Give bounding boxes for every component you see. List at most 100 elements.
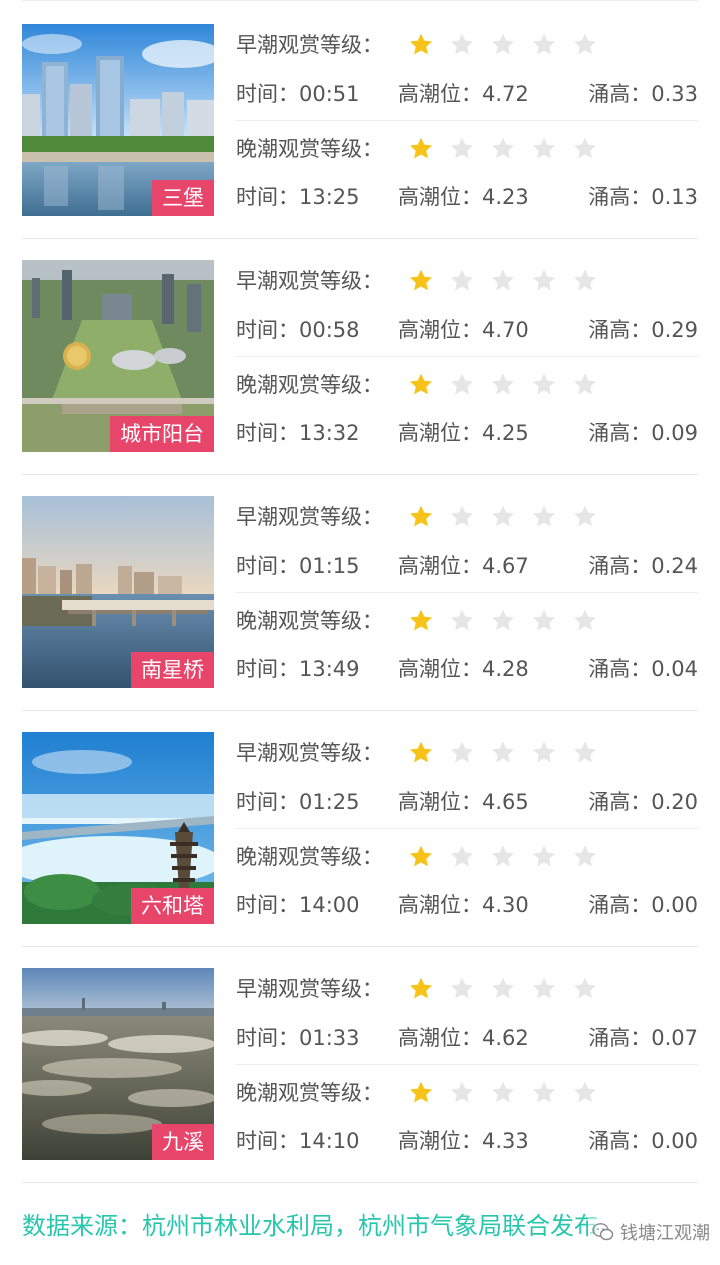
time-value: 13:49: [299, 657, 360, 681]
star-empty-icon: [531, 372, 557, 398]
surge-value: 0.33: [651, 82, 698, 106]
evening-grade-row: 晚潮观赏等级：: [236, 603, 698, 639]
star-empty-icon: [449, 372, 475, 398]
surge-label: 涌高：: [588, 893, 652, 917]
evening-high-tide: 高潮位：4.25: [398, 415, 529, 451]
time-value: 14:10: [299, 1129, 360, 1153]
star-empty-icon: [531, 136, 557, 162]
evening-high-tide: 高潮位：4.23: [398, 179, 529, 215]
surge-value: 0.00: [651, 1129, 698, 1153]
high-tide-label: 高潮位：: [398, 790, 482, 814]
location-card[interactable]: 南星桥 早潮观赏等级： 时间：01:15 高潮位：4.67 涌高：0.24 晚潮…: [0, 496, 720, 732]
evening-grade-label: 晚潮观赏等级：: [236, 1081, 383, 1105]
evening-grade-label: 晚潮观赏等级：: [236, 609, 383, 633]
time-label: 时间：: [236, 790, 299, 814]
star-filled-icon: [408, 268, 434, 294]
star-empty-icon: [449, 136, 475, 162]
star-filled-icon: [408, 1080, 434, 1106]
evening-tide-row: 时间：13:25 高潮位：4.23 涌高：0.13: [236, 179, 698, 215]
location-card[interactable]: 九溪 早潮观赏等级： 时间：01:33 高潮位：4.62 涌高：0.07 晚潮观…: [0, 968, 720, 1204]
data-source-text: 数据来源：杭州市林业水利局，杭州市气象局联合发布: [22, 1212, 598, 1240]
star-empty-icon: [490, 976, 516, 1002]
morning-surge: 涌高：0.29: [588, 312, 698, 348]
divider: [236, 1064, 698, 1065]
location-photo: 六和塔: [22, 732, 214, 924]
time-value: 01:25: [299, 790, 360, 814]
high-tide-label: 高潮位：: [398, 421, 482, 445]
time-label: 时间：: [236, 185, 299, 209]
star-empty-icon: [449, 740, 475, 766]
star-filled-icon: [408, 740, 434, 766]
time-label: 时间：: [236, 421, 299, 445]
evening-time: 时间：14:00: [236, 887, 360, 923]
star-empty-icon: [449, 504, 475, 530]
star-empty-icon: [449, 1080, 475, 1106]
time-label: 时间：: [236, 1026, 299, 1050]
star-empty-icon: [572, 136, 598, 162]
star-empty-icon: [490, 372, 516, 398]
morning-grade-row: 早潮观赏等级：: [236, 735, 698, 771]
morning-grade-row: 早潮观赏等级：: [236, 499, 698, 535]
star-rating: [408, 608, 608, 634]
high-tide-label: 高潮位：: [398, 657, 482, 681]
high-tide-value: 4.67: [482, 554, 529, 578]
morning-tide-row: 时间：01:25 高潮位：4.65 涌高：0.20: [236, 784, 698, 820]
surge-value: 0.04: [651, 657, 698, 681]
morning-time: 时间：01:25: [236, 784, 360, 820]
star-empty-icon: [449, 844, 475, 870]
morning-grade-row: 早潮观赏等级：: [236, 263, 698, 299]
morning-surge: 涌高：0.24: [588, 548, 698, 584]
evening-high-tide: 高潮位：4.33: [398, 1123, 529, 1159]
star-filled-icon: [408, 372, 434, 398]
divider: [236, 592, 698, 593]
evening-time: 时间：13:32: [236, 415, 360, 451]
star-empty-icon: [531, 740, 557, 766]
location-card[interactable]: 三堡 早潮观赏等级： 时间：00:51 高潮位：4.72 涌高：0.33 晚潮观…: [0, 24, 720, 260]
star-filled-icon: [408, 136, 434, 162]
star-filled-icon: [408, 976, 434, 1002]
morning-tide-row: 时间：00:58 高潮位：4.70 涌高：0.29: [236, 312, 698, 348]
time-value: 14:00: [299, 893, 360, 917]
morning-tide-row: 时间：01:15 高潮位：4.67 涌高：0.24: [236, 548, 698, 584]
evening-grade-row: 晚潮观赏等级：: [236, 1075, 698, 1111]
evening-grade-label: 晚潮观赏等级：: [236, 845, 383, 869]
star-filled-icon: [408, 608, 434, 634]
star-empty-icon: [531, 504, 557, 530]
high-tide-value: 4.72: [482, 82, 529, 106]
surge-label: 涌高：: [588, 185, 652, 209]
star-empty-icon: [572, 608, 598, 634]
surge-value: 0.13: [651, 185, 698, 209]
high-tide-value: 4.62: [482, 1026, 529, 1050]
morning-time: 时间：00:58: [236, 312, 360, 348]
morning-grade-label: 早潮观赏等级：: [236, 977, 383, 1001]
evening-surge: 涌高：0.13: [588, 179, 698, 215]
star-rating: [408, 1080, 608, 1106]
star-empty-icon: [531, 976, 557, 1002]
surge-value: 0.29: [651, 318, 698, 342]
time-label: 时间：: [236, 657, 299, 681]
location-card[interactable]: 六和塔 早潮观赏等级： 时间：01:25 高潮位：4.65 涌高：0.20 晚潮…: [0, 732, 720, 968]
high-tide-label: 高潮位：: [398, 82, 482, 106]
star-empty-icon: [490, 740, 516, 766]
high-tide-value: 4.28: [482, 657, 529, 681]
star-empty-icon: [572, 844, 598, 870]
star-filled-icon: [408, 504, 434, 530]
high-tide-value: 4.33: [482, 1129, 529, 1153]
location-card[interactable]: 城市阳台 早潮观赏等级： 时间：00:58 高潮位：4.70 涌高：0.29 晚…: [0, 260, 720, 496]
evening-grade-row: 晚潮观赏等级：: [236, 367, 698, 403]
star-empty-icon: [490, 608, 516, 634]
high-tide-value: 4.25: [482, 421, 529, 445]
divider: [236, 120, 698, 121]
star-empty-icon: [490, 136, 516, 162]
time-label: 时间：: [236, 554, 299, 578]
surge-label: 涌高：: [588, 790, 652, 814]
evening-time: 时间：14:10: [236, 1123, 360, 1159]
surge-label: 涌高：: [588, 82, 652, 106]
tide-info: 早潮观赏等级： 时间：00:58 高潮位：4.70 涌高：0.29 晚潮观赏等级…: [236, 260, 698, 452]
star-empty-icon: [572, 268, 598, 294]
evening-high-tide: 高潮位：4.30: [398, 887, 529, 923]
surge-value: 0.00: [651, 893, 698, 917]
surge-value: 0.20: [651, 790, 698, 814]
time-value: 01:33: [299, 1026, 360, 1050]
star-empty-icon: [490, 844, 516, 870]
